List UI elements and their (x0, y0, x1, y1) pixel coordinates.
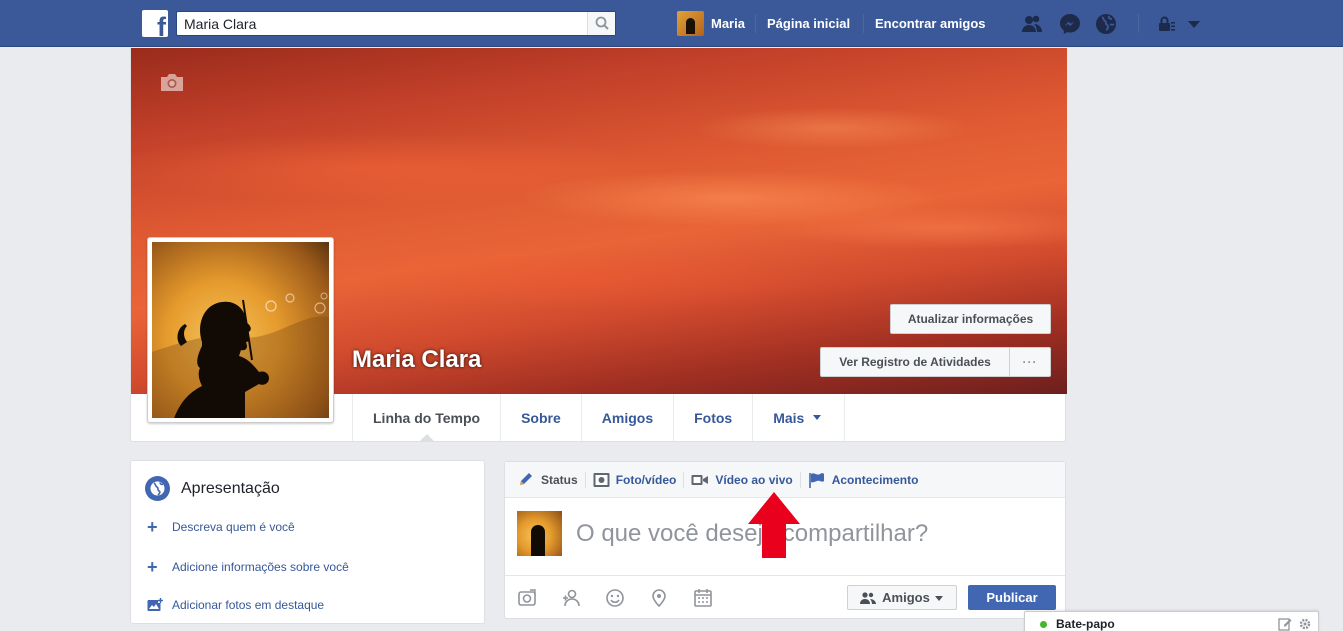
tab-more[interactable]: Mais (752, 394, 846, 441)
nav-profile-link[interactable]: Maria (677, 0, 745, 47)
nav-find-friends-label: Encontrar amigos (875, 16, 986, 31)
tab-divider (584, 471, 586, 488)
activity-log-button-group: Ver Registro de Atividades ··· (820, 347, 1051, 377)
intro-title: Apresentação (181, 479, 280, 497)
avatar (517, 511, 562, 556)
composer-tab-photo-video[interactable]: Foto/vídeo (593, 462, 692, 498)
tab-label: Mais (773, 409, 805, 426)
search-icon (595, 16, 609, 30)
nav-home-label: Página inicial (767, 16, 851, 31)
top-bar: f Maria Página inicial Encontrar amigos (0, 0, 1343, 47)
location-pin-icon[interactable] (649, 588, 669, 608)
pencil-icon (520, 472, 532, 485)
search-input[interactable] (177, 12, 577, 35)
annotation-arrow-icon (748, 492, 800, 558)
facebook-logo-icon[interactable]: f (142, 10, 168, 37)
composer-tab-label: Foto/vídeo (615, 472, 677, 487)
avatar (677, 11, 704, 36)
intro-card: Apresentação + Descreva quem é você + Ad… (130, 460, 485, 624)
search-box (176, 11, 616, 36)
profile-tabs: Linha do Tempo Sobre Amigos Fotos Mais (352, 394, 846, 442)
camera-icon[interactable] (159, 72, 185, 92)
feeling-smiley-icon[interactable] (605, 588, 625, 608)
intro-item-label: Adicionar fotos em destaque (172, 598, 325, 612)
plus-icon: + (147, 557, 158, 577)
describe-yourself-link[interactable]: + Descreva quem é você (147, 518, 295, 536)
nav-divider (755, 14, 756, 33)
tab-label: Linha do Tempo (373, 409, 481, 426)
nav-divider (1138, 14, 1139, 33)
online-status-icon (1040, 621, 1047, 628)
add-featured-photos-link[interactable]: Adicionar fotos em destaque (147, 598, 324, 612)
composer-footer: Amigos Publicar (505, 575, 1065, 619)
add-info-link[interactable]: + Adicione informações sobre você (147, 558, 349, 576)
audience-selector-button[interactable]: Amigos (847, 585, 957, 610)
nav-divider (863, 14, 864, 33)
video-camera-icon (691, 474, 709, 485)
privacy-shortcuts-icon[interactable] (1155, 12, 1179, 36)
add-photo-icon (147, 598, 163, 611)
nav-home-link[interactable]: Página inicial (767, 0, 850, 47)
more-options-button[interactable]: ··· (1010, 348, 1050, 376)
composer-tab-status[interactable]: Status (517, 462, 593, 498)
nav-find-friends-link[interactable]: Encontrar amigos (875, 0, 986, 47)
profile-picture[interactable] (147, 237, 334, 423)
update-info-button[interactable]: Atualizar informações (890, 304, 1051, 334)
profile-photo-image (152, 242, 329, 418)
chat-bar[interactable]: Bate-papo (1024, 611, 1319, 631)
add-photo-camera-icon[interactable] (517, 588, 537, 608)
profile-name[interactable]: Maria Clara (352, 346, 481, 374)
intro-globe-icon (145, 476, 170, 501)
tab-divider (683, 471, 685, 488)
intro-item-label: Descreva quem é você (172, 520, 295, 534)
chat-settings-gear-icon[interactable] (1298, 617, 1312, 631)
chat-label: Bate-papo (1056, 617, 1115, 631)
tab-label: Amigos (601, 409, 654, 426)
tab-photos[interactable]: Fotos (673, 394, 752, 441)
composer-tab-label: Acontecimento (831, 472, 919, 487)
tab-label: Fotos (694, 409, 733, 426)
profile-header: Maria Clara Atualizar informações Ver Re… (130, 48, 1067, 442)
intro-header: Apresentação (145, 476, 280, 501)
caret-down-icon (934, 595, 943, 601)
tag-friends-icon[interactable] (561, 588, 581, 608)
intro-item-label: Adicione informações sobre você (172, 560, 349, 574)
tab-divider (799, 471, 801, 488)
publish-button[interactable]: Publicar (968, 585, 1056, 610)
caret-down-icon (813, 414, 822, 420)
tab-timeline[interactable]: Linha do Tempo (352, 394, 500, 442)
account-menu-chevron-down-icon[interactable] (1182, 12, 1206, 36)
tab-label: Sobre (521, 409, 561, 426)
tab-about[interactable]: Sobre (500, 394, 581, 441)
search-button[interactable] (587, 12, 615, 35)
notifications-globe-icon[interactable] (1094, 12, 1118, 36)
calendar-icon[interactable] (693, 588, 713, 608)
camera-icon (593, 472, 610, 487)
plus-icon: + (147, 517, 158, 537)
composer-tab-life-event[interactable]: Acontecimento (808, 462, 926, 498)
friend-requests-icon[interactable] (1020, 12, 1044, 36)
activity-log-button[interactable]: Ver Registro de Atividades (821, 348, 1010, 376)
messenger-icon[interactable] (1058, 12, 1082, 36)
composer-body: O que você deseja compartilhar? (517, 511, 928, 556)
new-message-icon[interactable] (1278, 617, 1292, 631)
silhouette-illustration (152, 292, 329, 418)
friends-icon (860, 591, 877, 604)
audience-label: Amigos (882, 590, 930, 605)
flag-icon (808, 472, 824, 488)
tab-friends[interactable]: Amigos (580, 394, 673, 441)
composer-tab-label: Status (541, 472, 578, 487)
composer-tab-label: Vídeo ao vivo (715, 472, 793, 487)
nav-user-name: Maria (711, 16, 745, 31)
